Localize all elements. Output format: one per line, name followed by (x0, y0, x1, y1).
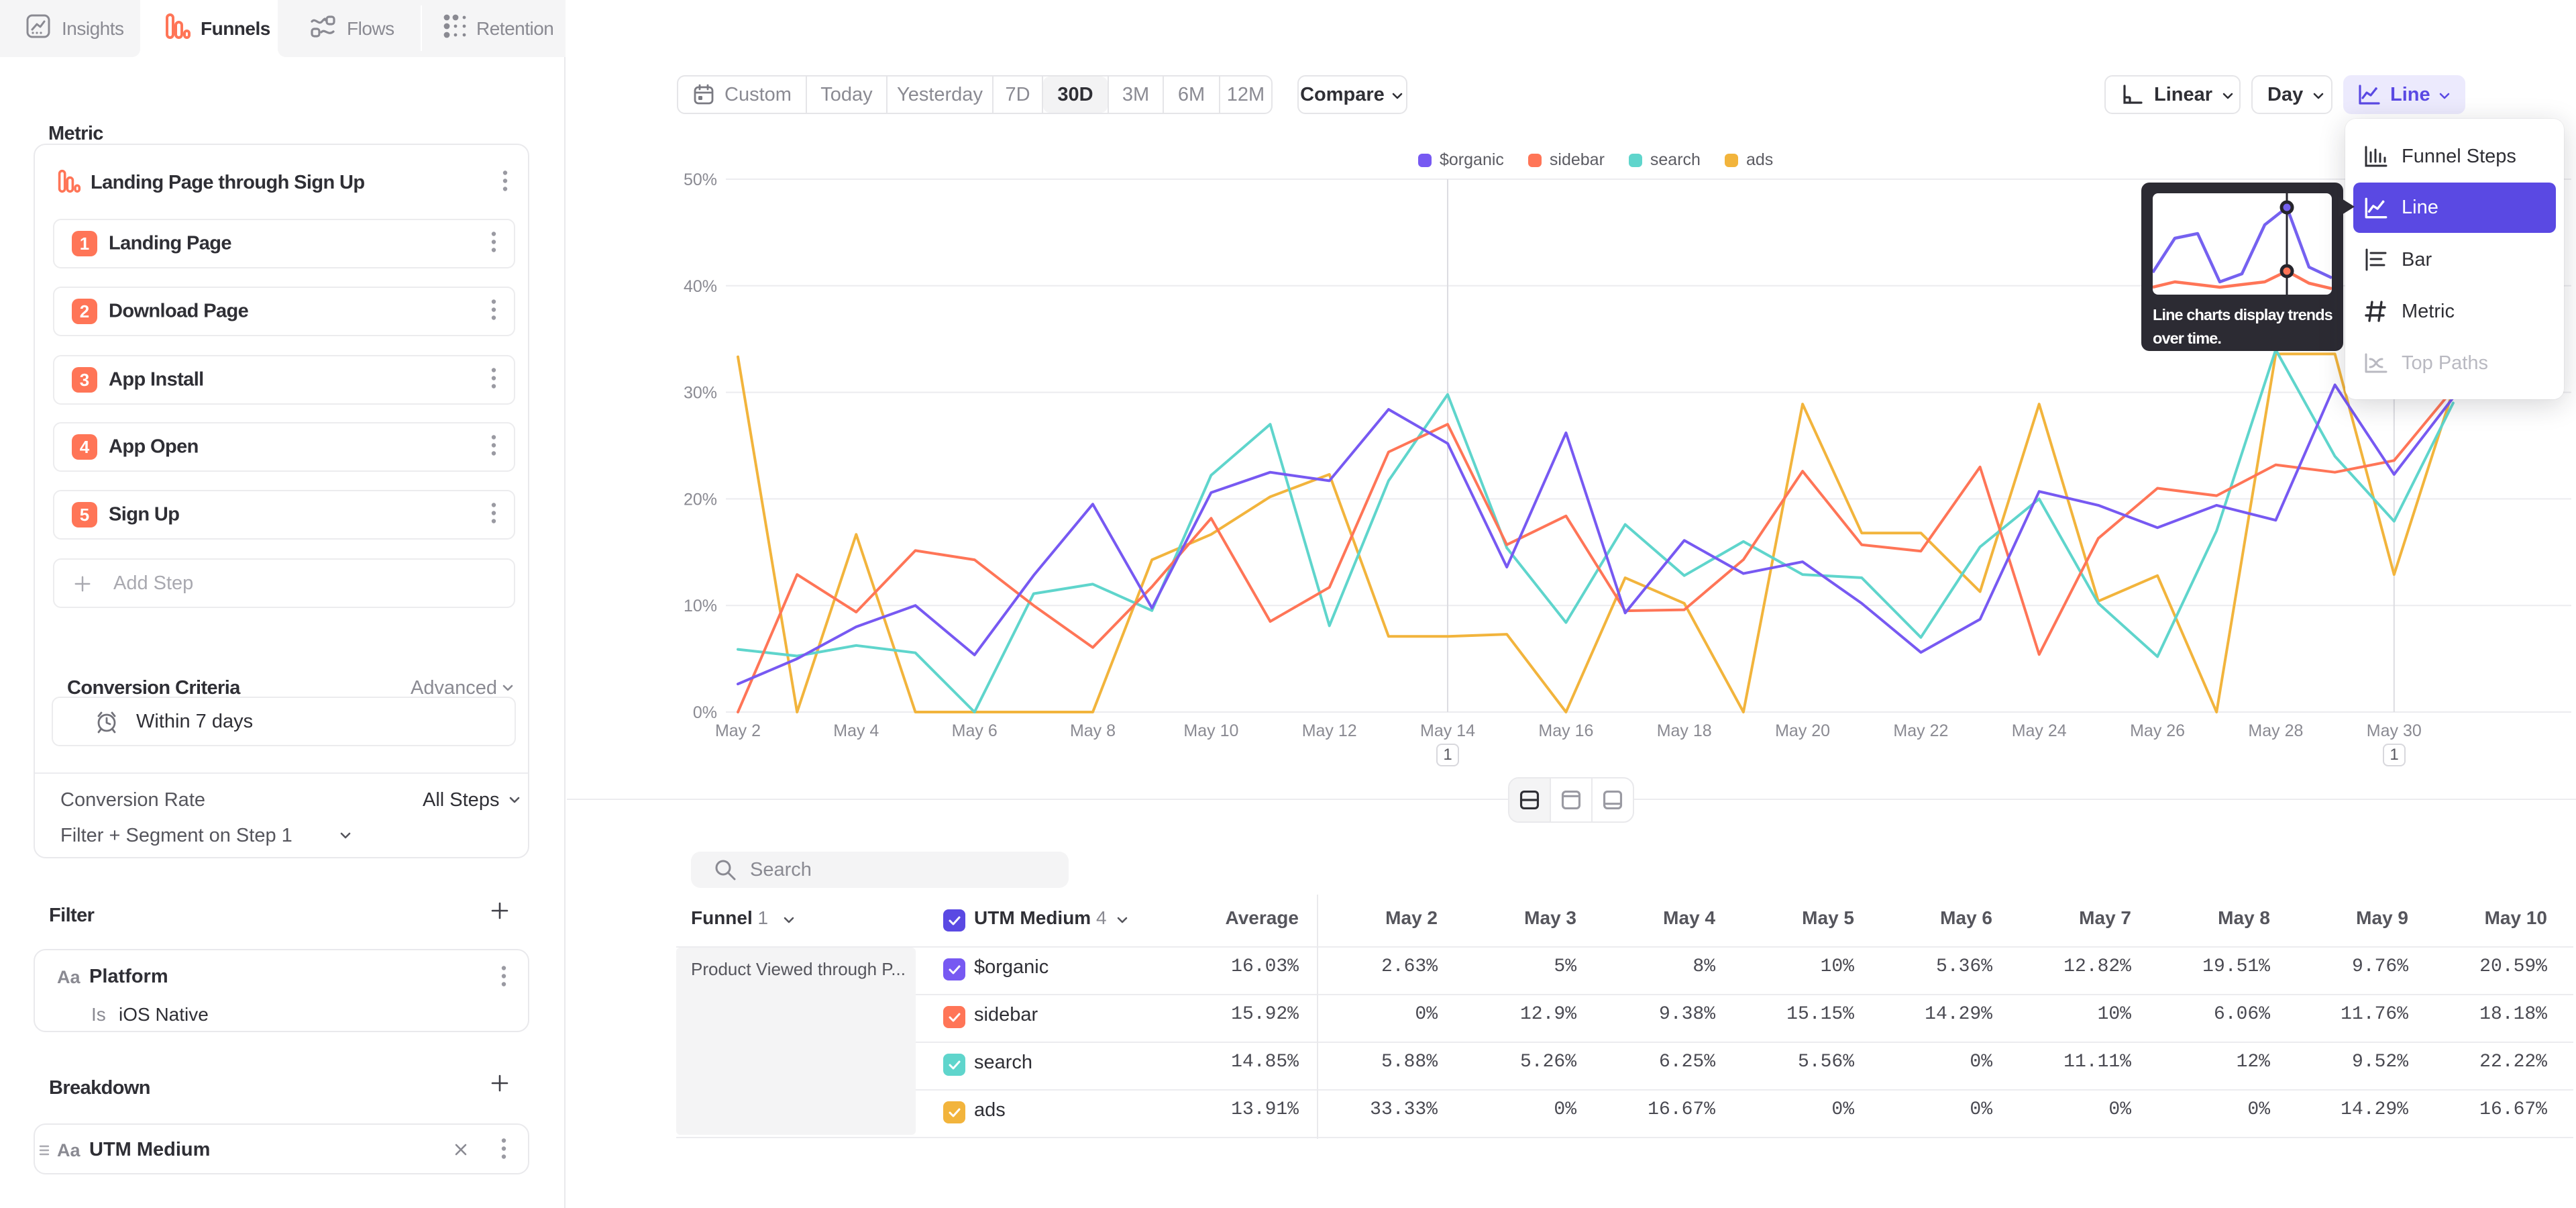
svg-text:May 18: May 18 (1657, 721, 1712, 740)
svg-text:40%: 40% (684, 277, 717, 296)
svg-text:May 14: May 14 (1420, 721, 1475, 740)
svg-text:May 4: May 4 (833, 721, 879, 740)
svg-text:May 20: May 20 (1775, 721, 1830, 740)
svg-text:10%: 10% (684, 597, 717, 615)
svg-text:May 28: May 28 (2248, 721, 2303, 740)
svg-text:May 8: May 8 (1070, 721, 1116, 740)
svg-text:30%: 30% (684, 384, 717, 403)
svg-text:May 24: May 24 (2012, 721, 2067, 740)
svg-text:May 26: May 26 (2130, 721, 2185, 740)
svg-text:May 16: May 16 (1538, 721, 1593, 740)
svg-text:May 10: May 10 (1183, 721, 1238, 740)
svg-text:50%: 50% (684, 170, 717, 189)
svg-text:May 30: May 30 (2367, 721, 2422, 740)
svg-text:May 22: May 22 (1893, 721, 1948, 740)
svg-text:May 2: May 2 (715, 721, 761, 740)
svg-text:0%: 0% (693, 703, 717, 722)
svg-text:20%: 20% (684, 490, 717, 509)
svg-text:May 6: May 6 (952, 721, 998, 740)
svg-text:May 12: May 12 (1302, 721, 1357, 740)
